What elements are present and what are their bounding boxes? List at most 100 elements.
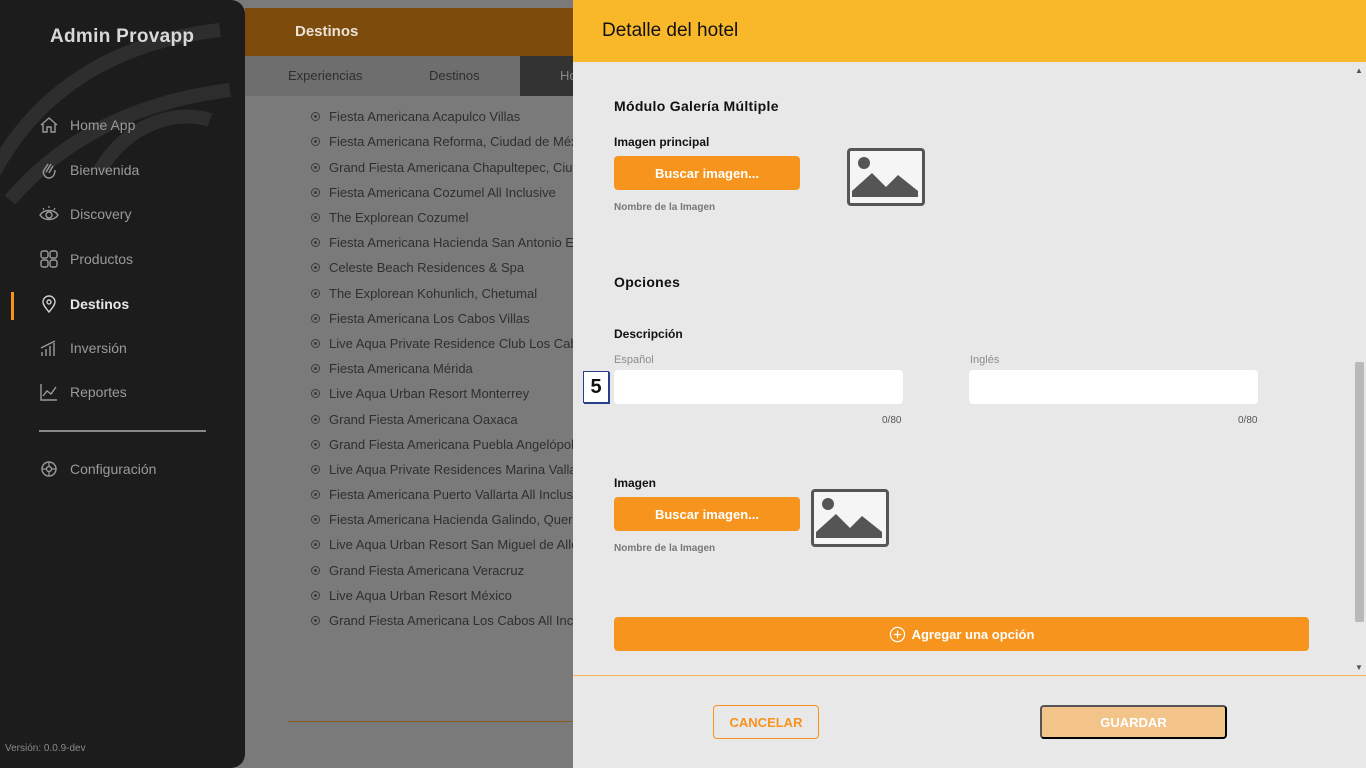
description-english-input[interactable]: [969, 370, 1258, 404]
list-item[interactable]: Fiesta Americana Mérida: [305, 361, 473, 376]
list-item[interactable]: Live Aqua Urban Resort San Miguel de All…: [305, 537, 600, 552]
bullet-icon: [311, 289, 320, 298]
bullet-icon: [311, 440, 320, 449]
bullet-icon: [311, 238, 320, 247]
nav-label: Destinos: [70, 296, 130, 312]
description-label: Descripción: [614, 327, 683, 341]
search-option-image-button[interactable]: Buscar imagen...: [614, 497, 800, 531]
add-option-button[interactable]: Agregar una opción: [614, 617, 1309, 651]
bullet-icon: [311, 112, 320, 121]
list-item[interactable]: Fiesta Americana Los Cabos Villas: [305, 311, 530, 326]
scroll-down-icon[interactable]: ▼: [1355, 663, 1363, 672]
main-header: Destinos: [245, 8, 585, 56]
version-text: Versión: 0.0.9-dev: [5, 743, 86, 754]
drawer-header: Detalle del hotel: [573, 0, 1366, 62]
drawer-scrollbar[interactable]: ▲ ▼: [1352, 62, 1366, 674]
main-tabs: Experiencias Destinos Ho: [245, 56, 585, 96]
option-image-name-hint: Nombre de la Imagen: [614, 543, 716, 554]
option-image-label: Imagen: [614, 476, 657, 490]
search-main-image-button[interactable]: Buscar imagen...: [614, 156, 800, 190]
sidebar: Admin Provapp Home App Bienvenida Discov…: [0, 0, 245, 768]
scrollbar-thumb[interactable]: [1355, 362, 1364, 622]
tab-experiencias[interactable]: Experiencias: [288, 68, 362, 83]
english-char-counter: 0/80: [1238, 415, 1258, 426]
bullet-icon: [311, 465, 320, 474]
list-item[interactable]: Fiesta Americana Puerto Vallarta All Inc…: [305, 487, 590, 502]
nav-label: Discovery: [70, 206, 132, 222]
list-item[interactable]: Grand Fiesta Americana Puebla Angelópoli…: [305, 437, 583, 452]
list-item[interactable]: Fiesta Americana Hacienda Galindo, Queré…: [305, 512, 602, 527]
list-item[interactable]: Live Aqua Private Residences Marina Vall…: [305, 462, 592, 477]
nav-item-destinos[interactable]: Destinos: [38, 291, 129, 317]
tab-hoteles[interactable]: Ho: [520, 56, 580, 96]
drawer-scroll-area[interactable]: Módulo Galería Múltiple Imagen principal…: [573, 62, 1366, 676]
eye-icon: [38, 203, 60, 225]
nav-label: Productos: [70, 251, 134, 267]
nav-item-discovery[interactable]: Discovery: [38, 201, 131, 227]
bullet-icon: [311, 540, 320, 549]
list-item[interactable]: Grand Fiesta Americana Oaxaca: [305, 412, 518, 427]
nav-item-home-app[interactable]: Home App: [38, 112, 135, 138]
bullet-icon: [311, 566, 320, 575]
nav-item-productos[interactable]: Productos: [38, 246, 133, 272]
nav-item-configuracion[interactable]: Configuración: [38, 456, 156, 482]
list-item[interactable]: The Explorean Kohunlich, Chetumal: [305, 286, 537, 301]
brand-title: Admin Provapp: [50, 26, 195, 47]
list-item[interactable]: Celeste Beach Residences & Spa: [305, 260, 524, 275]
gallery-section-title: Módulo Galería Múltiple: [614, 98, 779, 114]
list-item[interactable]: Live Aqua Private Residence Club Los Cab…: [305, 336, 591, 351]
bullet-icon: [311, 213, 320, 222]
save-button[interactable]: GUARDAR: [1040, 705, 1227, 739]
hotel-detail-drawer: Detalle del hotel Módulo Galería Múltipl…: [573, 0, 1366, 768]
bullet-icon: [311, 515, 320, 524]
spanish-label: Español: [614, 354, 654, 366]
list-item[interactable]: Grand Fiesta Americana Los Cabos All Inc…: [305, 613, 606, 628]
footer-divider: [573, 675, 1366, 676]
english-label: Inglés: [970, 354, 1000, 366]
image-name-hint: Nombre de la Imagen: [614, 202, 716, 213]
nav-label: Bienvenida: [70, 162, 140, 178]
options-section-title: Opciones: [614, 274, 681, 290]
bullet-icon: [311, 415, 320, 424]
line-chart-icon: [38, 381, 60, 403]
list-item[interactable]: Live Aqua Urban Resort Monterrey: [305, 386, 529, 401]
bullet-icon: [311, 263, 320, 272]
list-item[interactable]: The Explorean Cozumel: [305, 210, 468, 225]
nav-item-inversion[interactable]: Inversión: [38, 335, 127, 361]
step-badge: 5: [583, 371, 609, 403]
cancel-button[interactable]: CANCELAR: [713, 705, 819, 739]
bullet-icon: [311, 591, 320, 600]
nav-label: Reportes: [70, 384, 127, 400]
list-item[interactable]: Fiesta Americana Acapulco Villas: [305, 109, 520, 124]
active-indicator: [11, 292, 14, 320]
nav-item-bienvenida[interactable]: Bienvenida: [38, 157, 139, 183]
page-title: Destinos: [295, 23, 359, 40]
bullet-icon: [311, 364, 320, 373]
add-option-label: Agregar una opción: [911, 626, 1035, 642]
plus-circle-icon: [889, 626, 905, 642]
nav-item-reportes[interactable]: Reportes: [38, 379, 127, 405]
nav-divider: [39, 430, 206, 432]
image-placeholder-icon: [811, 489, 889, 547]
nav-label: Home App: [70, 117, 136, 133]
map-pin-icon: [38, 293, 60, 315]
list-item[interactable]: Live Aqua Urban Resort México: [305, 588, 512, 603]
nav-label: Configuración: [70, 461, 157, 477]
gear-icon: [38, 458, 60, 480]
nav-label: Inversión: [70, 340, 127, 356]
image-placeholder-icon: [847, 148, 925, 206]
wave-hand-icon: [38, 159, 60, 181]
tab-destinos[interactable]: Destinos: [429, 68, 480, 83]
bullet-icon: [311, 490, 320, 499]
bullet-icon: [311, 188, 320, 197]
bullet-icon: [311, 389, 320, 398]
list-item[interactable]: Fiesta Americana Cozumel All Inclusive: [305, 185, 556, 200]
list-item[interactable]: Grand Fiesta Americana Veracruz: [305, 563, 524, 578]
drawer-title: Detalle del hotel: [602, 20, 739, 41]
bar-chart-icon: [38, 337, 60, 359]
description-spanish-input[interactable]: [614, 370, 903, 404]
list-item[interactable]: Fiesta Americana Reforma, Ciudad de Méxi…: [305, 134, 594, 149]
bullet-icon: [311, 339, 320, 348]
bullet-icon: [311, 314, 320, 323]
scroll-up-icon[interactable]: ▲: [1355, 66, 1363, 75]
